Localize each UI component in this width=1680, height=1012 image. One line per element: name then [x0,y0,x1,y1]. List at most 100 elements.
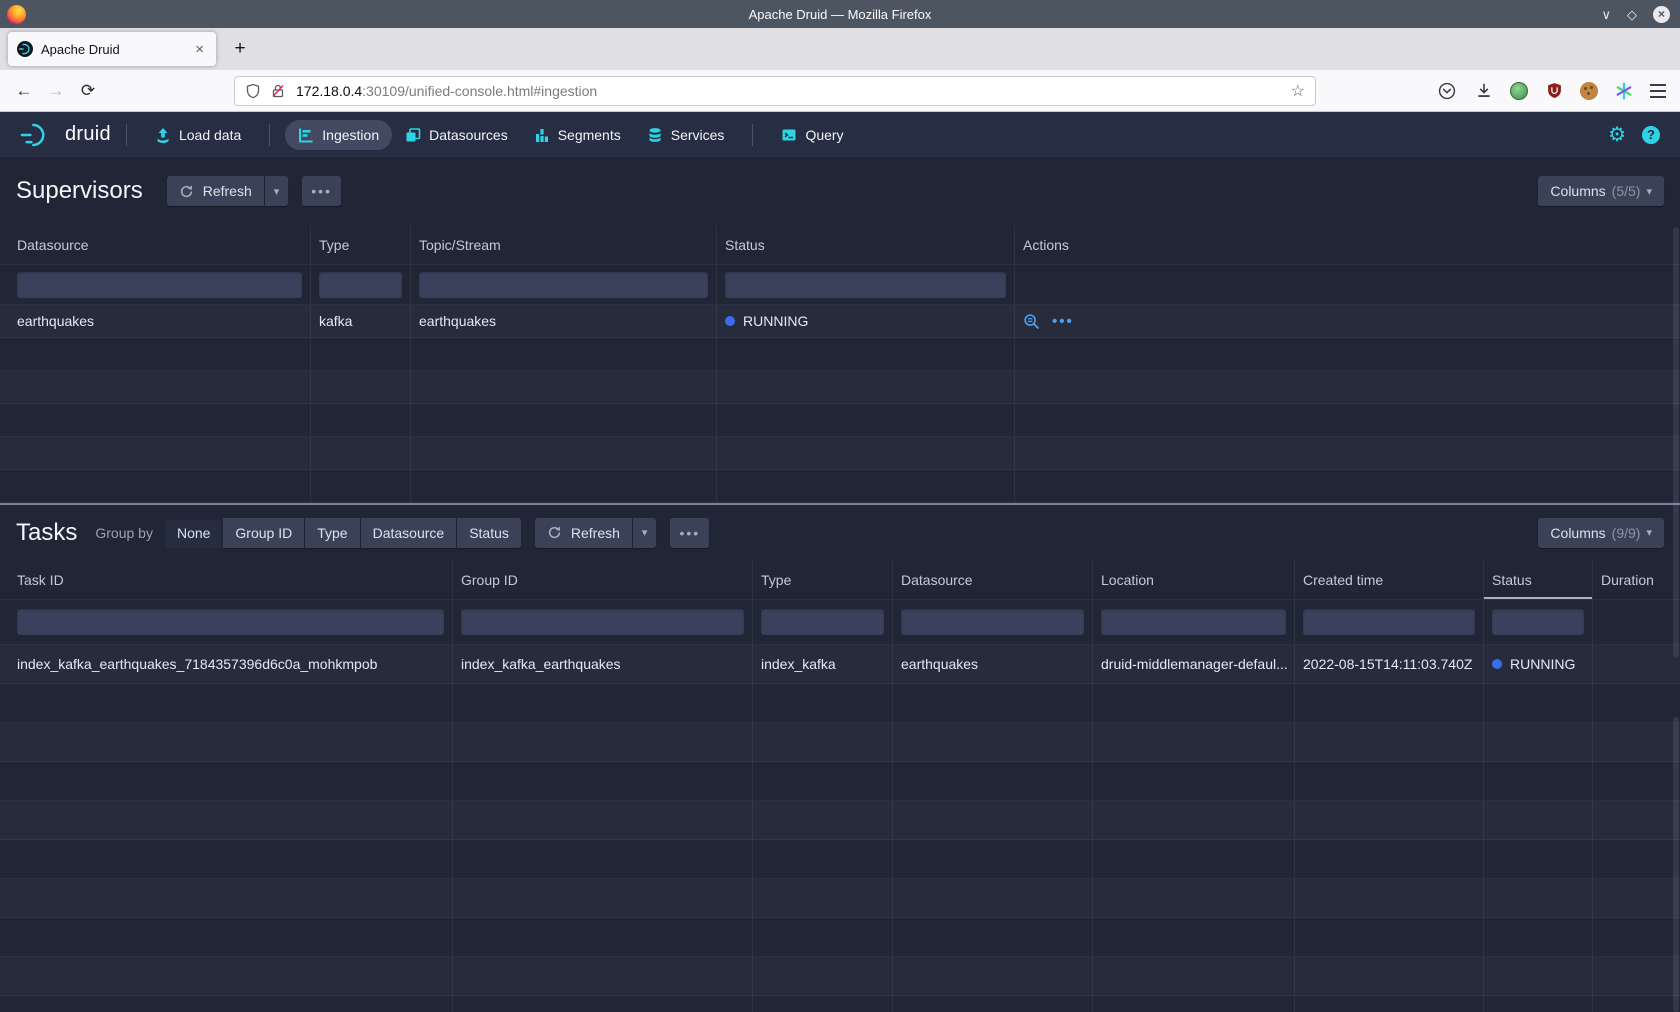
column-header-topic-stream[interactable]: Topic/Stream [411,225,717,264]
task-datasource: earthquakes [893,645,1093,683]
column-header-location[interactable]: Location [1093,560,1295,599]
column-header-datasource[interactable]: Datasource [893,560,1093,599]
tab-close-icon[interactable]: × [192,41,207,58]
bookmark-star-icon[interactable]: ☆ [1291,81,1305,101]
tasks-more-button[interactable]: ••• [670,518,709,548]
tasks-scrollbar[interactable] [1673,717,1679,1012]
nav-query[interactable]: Query [768,120,856,150]
empty-cell [311,404,411,436]
empty-cell [0,762,453,800]
nav-label: Datasources [429,127,508,143]
empty-cell [1295,723,1484,761]
extension-asterisk-icon[interactable] [1613,80,1635,102]
supervisors-more-button[interactable]: ••• [302,176,341,206]
filter-input-status[interactable] [1492,609,1584,635]
nav-ingestion[interactable]: Ingestion [285,120,392,150]
column-header-status-sorted[interactable]: Status [1484,560,1593,599]
empty-cell [717,371,1015,403]
window-close-icon[interactable]: × [1653,6,1670,23]
group-by-none-button[interactable]: None [165,518,222,548]
filter-input-topic-stream[interactable] [419,272,708,298]
nav-datasources[interactable]: Datasources [392,120,521,150]
task-duration [1593,645,1680,683]
filter-input-location[interactable] [1101,609,1286,635]
filter-input-type[interactable] [319,272,402,298]
empty-cell [411,371,717,403]
url-path: :30109/unified-console.html#ingestion [362,83,1290,99]
ublock-origin-icon[interactable] [1543,80,1565,102]
empty-cell [0,470,311,502]
browser-tab[interactable]: Apache Druid × [8,32,216,66]
filter-input-created-time[interactable] [1303,609,1475,635]
tasks-refresh-caret-button[interactable]: ▾ [633,518,657,548]
task-id[interactable]: index_kafka_earthquakes_7184357396d6c0a_… [0,645,453,683]
filter-input-type[interactable] [761,609,884,635]
empty-cell [453,840,753,878]
menu-hamburger-icon[interactable] [1650,84,1666,98]
services-icon [647,127,663,143]
window-minimize-icon[interactable]: ∨ [1601,8,1611,21]
tasks-refresh-button[interactable]: Refresh [535,518,632,548]
empty-cell [753,762,893,800]
tasks-columns-button[interactable]: Columns (9/9) ▾ [1538,518,1664,548]
column-header-type[interactable]: Type [753,560,893,599]
column-header-datasource[interactable]: Datasource [0,225,311,264]
reload-button[interactable]: ⟳ [72,76,104,106]
supervisor-topic: earthquakes [411,305,717,337]
supervisors-scrollbar[interactable] [1673,227,1679,657]
insecure-connection-lock-icon[interactable] [270,83,286,99]
group-by-datasource-button[interactable]: Datasource [361,518,457,548]
column-header-duration[interactable]: Duration [1593,560,1680,599]
filter-input-group-id[interactable] [461,609,744,635]
filter-input-task-id[interactable] [17,609,444,635]
url-bar[interactable]: 172.18.0.4 :30109/unified-console.html#i… [234,76,1316,106]
column-header-type[interactable]: Type [311,225,411,264]
group-by-status-button[interactable]: Status [457,518,521,548]
downloads-icon[interactable] [1473,80,1495,102]
supervisors-refresh-caret-button[interactable]: ▾ [265,176,289,206]
tracking-shield-icon[interactable] [245,83,261,99]
supervisor-datasource[interactable]: earthquakes [0,305,311,337]
window-title: Apache Druid — Mozilla Firefox [0,7,1680,22]
table-row-empty [0,918,1680,957]
column-header-group-id[interactable]: Group ID [453,560,753,599]
group-by-type-button[interactable]: Type [305,518,359,548]
columns-label: Columns [1550,183,1605,199]
nav-segments[interactable]: Segments [521,120,634,150]
empty-cell [753,723,893,761]
empty-cell [893,918,1093,956]
druid-logo[interactable]: druid [20,122,111,148]
running-status-dot [725,316,735,326]
window-maximize-icon[interactable]: ◇ [1627,8,1637,21]
table-row-empty [0,404,1680,437]
column-header-created-time[interactable]: Created time [1295,560,1484,599]
filter-input-datasource[interactable] [17,272,302,298]
empty-cell [311,338,411,370]
empty-cell [0,840,453,878]
filter-input-datasource[interactable] [901,609,1084,635]
supervisors-refresh-button[interactable]: Refresh [167,176,264,206]
column-header-task-id[interactable]: Task ID [0,560,453,599]
column-header-status[interactable]: Status [717,225,1015,264]
help-icon[interactable]: ? [1642,126,1660,144]
url-host: 172.18.0.4 [296,83,362,99]
extension-green-icon[interactable] [1510,82,1528,100]
inspect-magnifier-icon[interactable] [1023,313,1040,330]
cookie-extension-icon[interactable] [1580,82,1598,100]
group-by-group-id-button[interactable]: Group ID [223,518,304,548]
back-button[interactable]: ← [8,76,40,106]
empty-cell [753,801,893,839]
empty-cell [0,957,453,995]
new-tab-button[interactable]: + [224,34,256,64]
empty-cell [1295,801,1484,839]
supervisors-columns-button[interactable]: Columns (5/5) ▾ [1538,176,1664,206]
empty-cell [753,684,893,722]
pocket-icon[interactable] [1436,80,1458,102]
row-more-actions-icon[interactable]: ••• [1052,314,1074,329]
settings-gear-icon[interactable]: ⚙ [1608,125,1626,145]
nav-label: Services [671,127,725,143]
empty-cell [1484,957,1593,995]
nav-load-data[interactable]: Load data [142,120,254,150]
filter-input-status[interactable] [725,272,1006,298]
nav-services[interactable]: Services [634,120,738,150]
